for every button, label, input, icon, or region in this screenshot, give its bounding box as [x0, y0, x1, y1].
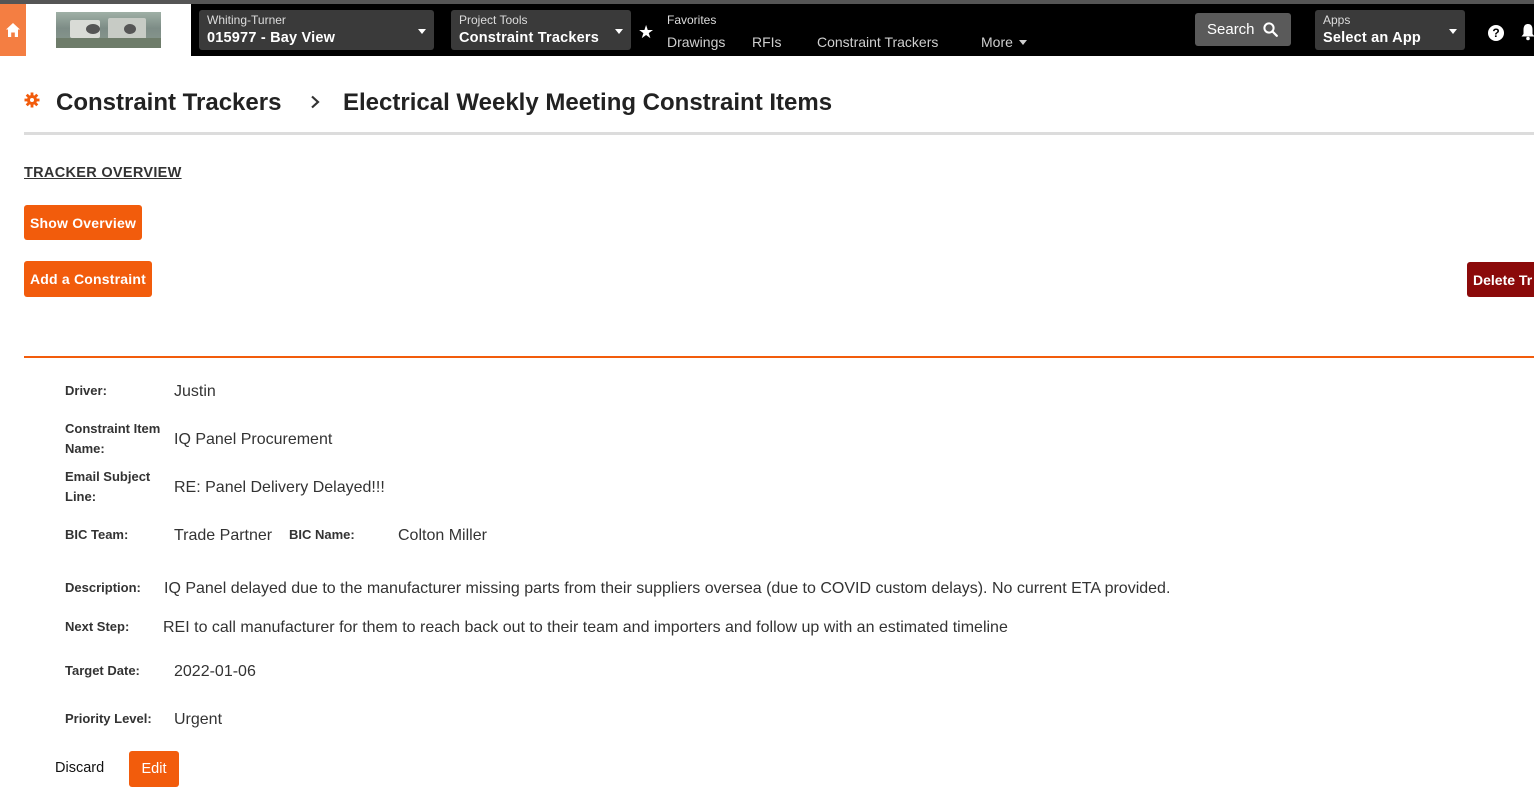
- priority-label: Priority Level:: [65, 711, 152, 726]
- bell-icon[interactable]: [1520, 23, 1534, 41]
- search-button[interactable]: Search: [1195, 13, 1291, 46]
- apps-label: Apps: [1323, 13, 1351, 27]
- target-date-label: Target Date:: [65, 663, 140, 678]
- driver-value: Justin: [174, 383, 216, 400]
- project-photo: [56, 12, 161, 48]
- more-label: More: [981, 34, 1013, 50]
- delete-tracker-button[interactable]: Delete Tr: [1467, 262, 1534, 297]
- project-value: 015977 - Bay View: [207, 30, 336, 46]
- chevron-down-icon: [418, 29, 426, 34]
- star-icon: ★: [638, 22, 655, 42]
- page-title: Electrical Weekly Meeting Constraint Ite…: [343, 89, 833, 116]
- driver-label: Driver:: [65, 383, 107, 398]
- item-name-label-line1: Constraint Item: [65, 421, 161, 436]
- top-nav: Whiting-Turner 015977 - Bay View Project…: [0, 0, 1534, 56]
- email-subject-label-line2: Line:: [65, 489, 97, 504]
- search-label: Search: [1207, 21, 1255, 38]
- section-divider: [24, 356, 1534, 358]
- item-name-value: IQ Panel Procurement: [174, 431, 333, 448]
- project-selector[interactable]: Whiting-Turner 015977 - Bay View: [199, 10, 434, 50]
- show-overview-button[interactable]: Show Overview: [24, 205, 143, 240]
- priority-value: Urgent: [174, 711, 223, 728]
- email-subject-value: RE: Panel Delivery Delayed!!!: [174, 479, 385, 496]
- next-step-value: REI to call manufacturer for them to rea…: [163, 619, 1008, 636]
- tools-label: Project Tools: [459, 13, 528, 27]
- home-icon: [6, 23, 20, 37]
- discard-button[interactable]: Discard: [55, 760, 104, 776]
- chevron-down-icon: [1449, 29, 1457, 34]
- description-value: IQ Panel delayed due to the manufacturer…: [164, 580, 1171, 597]
- project-tools-selector[interactable]: Project Tools Constraint Trackers: [451, 10, 631, 50]
- apps-selector[interactable]: Apps Select an App: [1315, 10, 1465, 50]
- chevron-down-icon: [1018, 40, 1027, 45]
- chevron-right-icon: [311, 95, 320, 109]
- description-label: Description:: [65, 580, 141, 595]
- target-date-value: 2022-01-06: [174, 663, 256, 680]
- next-step-label: Next Step:: [65, 619, 130, 634]
- search-icon: [1262, 22, 1278, 37]
- tracker-overview-link[interactable]: TRACKER OVERVIEW: [24, 165, 182, 181]
- favorites-label: Favorites: [667, 13, 717, 27]
- favorite-constraint-trackers-link[interactable]: Constraint Trackers: [817, 34, 938, 50]
- project-logo[interactable]: [26, 4, 191, 56]
- favorite-drawings-link[interactable]: Drawings: [667, 34, 725, 50]
- breadcrumb-root[interactable]: Constraint Trackers: [56, 89, 281, 117]
- home-button[interactable]: [0, 4, 26, 56]
- chevron-down-icon: [615, 29, 623, 34]
- email-subject-label-line1: Email Subject: [65, 469, 151, 484]
- item-name-label-line2: Name:: [65, 441, 105, 456]
- company-label: Whiting-Turner: [207, 13, 286, 27]
- bic-name-label: BIC Name:: [289, 527, 355, 542]
- help-icon[interactable]: ?: [1488, 25, 1504, 41]
- bic-team-value: Trade Partner: [174, 527, 273, 544]
- header-divider: [24, 132, 1534, 135]
- apps-value: Select an App: [1323, 30, 1421, 46]
- more-menu[interactable]: More: [981, 34, 1027, 50]
- bic-team-label: BIC Team:: [65, 527, 129, 542]
- edit-button[interactable]: Edit: [129, 751, 179, 787]
- add-constraint-button[interactable]: Add a Constraint: [24, 261, 152, 297]
- favorite-rfis-link[interactable]: RFIs: [752, 34, 782, 50]
- gear-icon: [24, 92, 40, 108]
- tools-value: Constraint Trackers: [459, 30, 599, 46]
- bic-name-value: Colton Miller: [398, 527, 487, 544]
